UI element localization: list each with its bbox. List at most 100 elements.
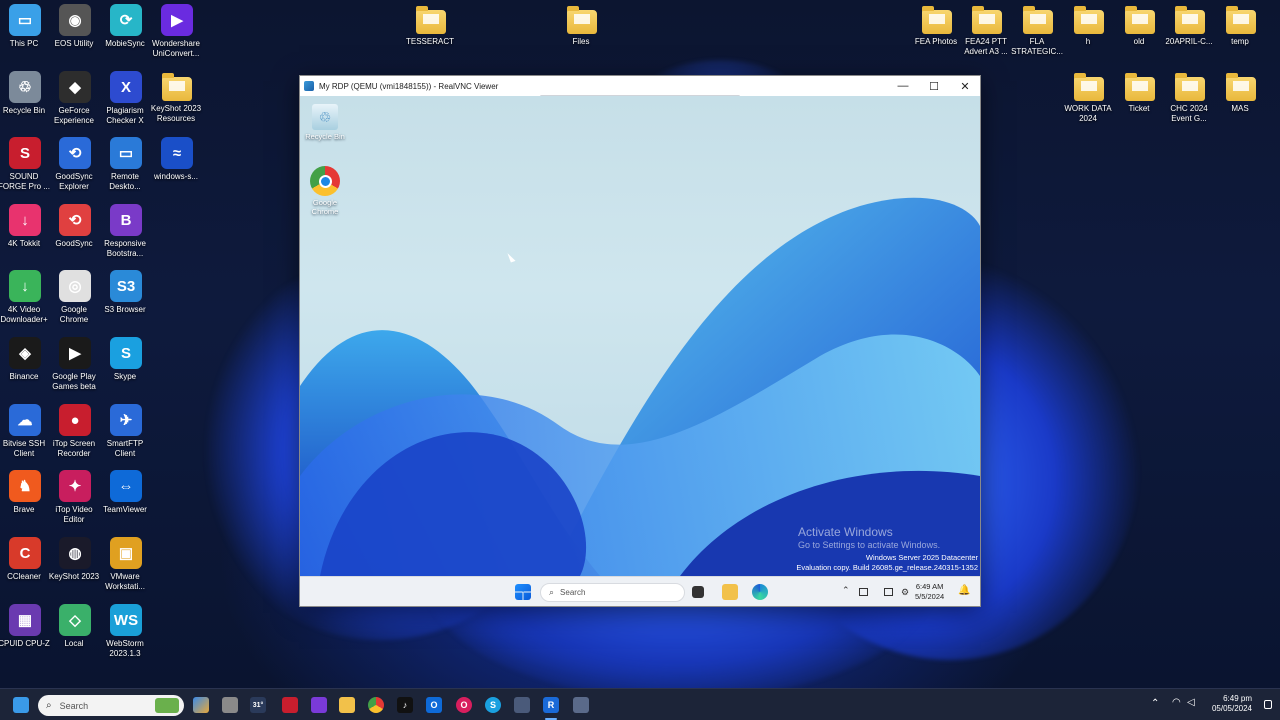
remote-clock[interactable]: 6:49 AM 5/5/2024 bbox=[915, 582, 944, 602]
desktop-folder[interactable]: old bbox=[1114, 4, 1166, 47]
desktop-folder[interactable]: h bbox=[1063, 4, 1115, 47]
desktop-icon-label: 4K Tokkit bbox=[7, 239, 41, 248]
desktop-icon[interactable]: S Skype bbox=[100, 337, 152, 382]
desktop-icon[interactable]: ⇔ TeamViewer bbox=[100, 470, 152, 515]
edge-icon[interactable] bbox=[752, 584, 768, 600]
desktop-icon[interactable]: ◎ Google Chrome bbox=[49, 270, 101, 325]
desktop-icon-label: GeForce Experience bbox=[53, 106, 95, 125]
notification-icon[interactable] bbox=[1264, 700, 1272, 709]
desktop-icon[interactable]: ✈ SmartFTP Client bbox=[100, 404, 152, 459]
recorder-icon[interactable] bbox=[282, 697, 298, 713]
remote-wallpaper bbox=[300, 197, 980, 576]
desktop-icon[interactable]: ↓ 4K Video Downloader+ bbox=[0, 270, 51, 325]
desktop-icon[interactable]: X Plagiarism Checker X bbox=[100, 71, 152, 126]
remote-desktop[interactable]: ♲ Recycle Bin Google Chrome Activate Win… bbox=[300, 96, 980, 576]
desktop-icon[interactable]: ◍ KeyShot 2023 bbox=[49, 537, 101, 582]
windows-start-icon[interactable] bbox=[13, 697, 29, 713]
remote-tray-icon[interactable]: ⚙ bbox=[901, 587, 909, 598]
chevron-up-icon[interactable]: ⌃ bbox=[842, 585, 850, 596]
maximize-button[interactable]: ☐ bbox=[919, 76, 949, 96]
taskbar-date: 05/05/2024 bbox=[1211, 704, 1252, 713]
desktop-icon[interactable]: ↓ 4K Tokkit bbox=[0, 204, 51, 249]
remote-tray-icon[interactable] bbox=[859, 588, 868, 596]
desktop-icon[interactable]: ☁ Bitvise SSH Client bbox=[0, 404, 51, 459]
desktop-icon[interactable]: B Responsive Bootstra... bbox=[100, 204, 152, 259]
notification-bell-icon[interactable]: 🔔 bbox=[958, 585, 970, 596]
desktop-icon[interactable]: ⟳ MobieSync bbox=[100, 4, 152, 49]
desktop-folder[interactable]: TESSERACT bbox=[405, 4, 457, 47]
build-info: Windows Server 2025 Datacenter Evaluatio… bbox=[796, 553, 978, 573]
desktop-folder[interactable]: temp bbox=[1215, 4, 1267, 47]
wifi-icon[interactable]: ◠ bbox=[1172, 697, 1181, 708]
desktop-icon[interactable]: ▶ Wondershare UniConvert... bbox=[151, 4, 203, 59]
task-view-icon[interactable] bbox=[692, 586, 704, 598]
vnc-viewer-window[interactable]: My RDP (QEMU (vmi1848155)) - RealVNC Vie… bbox=[299, 75, 981, 607]
volume-icon[interactable]: ◁ bbox=[1187, 697, 1195, 708]
visual-studio-icon[interactable] bbox=[311, 697, 327, 713]
desktop-icon[interactable]: ● iTop Screen Recorder bbox=[49, 404, 101, 459]
chrome-icon[interactable] bbox=[368, 697, 384, 713]
desktop-icon[interactable]: S SOUND FORGE Pro ... bbox=[0, 137, 51, 192]
desktop-icon-label: S3 Browser bbox=[104, 305, 146, 314]
app-icon: ✈ bbox=[110, 404, 142, 436]
taskbar-clock[interactable]: 6:49 pm 05/05/2024 bbox=[1212, 694, 1252, 714]
outlook-icon[interactable]: O bbox=[426, 697, 442, 713]
desktop-icon-label: Binance bbox=[9, 372, 39, 381]
desktop-icon[interactable]: ⟲ GoodSync bbox=[49, 204, 101, 249]
desktop-icon[interactable]: ▦ CPUID CPU-Z bbox=[0, 604, 51, 649]
widgets-icon[interactable] bbox=[193, 697, 209, 713]
file-explorer-icon[interactable] bbox=[722, 584, 738, 600]
desktop-folder[interactable]: FEA24 PTT Advert A3 ... bbox=[961, 4, 1013, 57]
opera-icon[interactable]: O bbox=[456, 697, 472, 713]
remote-connection-icon[interactable] bbox=[573, 697, 589, 713]
desktop-icon[interactable]: S3 S3 Browser bbox=[100, 270, 152, 315]
desktop-folder[interactable]: FLA STRATEGIC... bbox=[1011, 4, 1064, 57]
desktop-icon[interactable]: C CCleaner bbox=[0, 537, 51, 582]
desktop-icon[interactable]: ◉ EOS Utility bbox=[49, 4, 101, 49]
desktop-icon-label: CCleaner bbox=[7, 572, 41, 581]
file-explorer-icon[interactable] bbox=[339, 697, 355, 713]
desktop-icon[interactable]: ▭ This PC bbox=[0, 4, 51, 49]
desktop-folder[interactable]: Ticket bbox=[1114, 71, 1166, 114]
desktop-icon[interactable]: KeyShot 2023 Resources bbox=[151, 71, 203, 124]
desktop-icon-label: FLA STRATEGIC... bbox=[1011, 37, 1063, 56]
remote-recycle-bin[interactable]: ♲ Recycle Bin bbox=[300, 104, 350, 141]
tiktok-icon[interactable]: ♪ bbox=[397, 697, 413, 713]
minimize-button[interactable]: — bbox=[888, 76, 918, 96]
desktop-icon[interactable]: ◆ GeForce Experience bbox=[49, 71, 101, 126]
desktop-icon[interactable]: ▶ Google Play Games beta bbox=[49, 337, 101, 392]
skype-icon[interactable]: S bbox=[485, 697, 501, 713]
desktop-icon[interactable]: ♲ Recycle Bin bbox=[0, 71, 51, 116]
desktop-icon[interactable]: ▣ VMware Workstati... bbox=[100, 537, 152, 592]
desktop-icon[interactable]: WS WebStorm 2023.1.3 bbox=[100, 604, 152, 659]
taskbar-search-box[interactable]: ⌕ Search bbox=[38, 695, 184, 716]
desktop-icon[interactable]: ⟲ GoodSync Explorer bbox=[49, 137, 101, 192]
desktop-folder[interactable]: Files bbox=[556, 4, 608, 47]
desktop-icon[interactable]: ▭ Remote Deskto... bbox=[100, 137, 152, 192]
desktop-folder[interactable]: 20APRIL-C... bbox=[1164, 4, 1216, 47]
close-button[interactable]: ✕ bbox=[950, 76, 980, 96]
desktop-icon[interactable]: ◈ Binance bbox=[0, 337, 51, 382]
app-icon: ⟲ bbox=[59, 204, 91, 236]
realvnc-icon[interactable]: R bbox=[543, 697, 559, 713]
desktop-icon-label: TESSERACT bbox=[405, 37, 454, 46]
desktop-folder[interactable]: MAS bbox=[1215, 71, 1267, 114]
windows-start-icon[interactable] bbox=[515, 584, 531, 600]
desktop-folder[interactable]: FEA Photos bbox=[911, 4, 963, 47]
remote-desktop-icon[interactable] bbox=[514, 697, 530, 713]
desktop-icon[interactable]: ♞ Brave bbox=[0, 470, 51, 515]
desktop-folder[interactable]: WORK DATA 2024 bbox=[1063, 71, 1115, 124]
desktop-icon[interactable]: ≈ windows-s... bbox=[151, 137, 203, 182]
desktop-icon-label: SOUND FORGE Pro ... bbox=[0, 172, 50, 191]
remote-tray-icon[interactable] bbox=[884, 588, 893, 596]
app-icon: C bbox=[9, 537, 41, 569]
desktop-folder[interactable]: CHC 2024 Event G... bbox=[1164, 71, 1216, 124]
desktop-icon[interactable]: ✦ iTop Video Editor bbox=[49, 470, 101, 525]
remote-google-chrome[interactable]: Google Chrome bbox=[300, 166, 350, 216]
window-titlebar[interactable]: My RDP (QEMU (vmi1848155)) - RealVNC Vie… bbox=[300, 76, 980, 98]
remote-search-box[interactable]: ⌕ Search bbox=[540, 583, 685, 602]
chevron-up-icon[interactable]: ⌃ bbox=[1151, 698, 1159, 709]
desktop-icon[interactable]: ◇ Local bbox=[49, 604, 101, 649]
task-view-icon[interactable] bbox=[222, 697, 238, 713]
weather-icon[interactable]: 31° bbox=[250, 697, 266, 713]
